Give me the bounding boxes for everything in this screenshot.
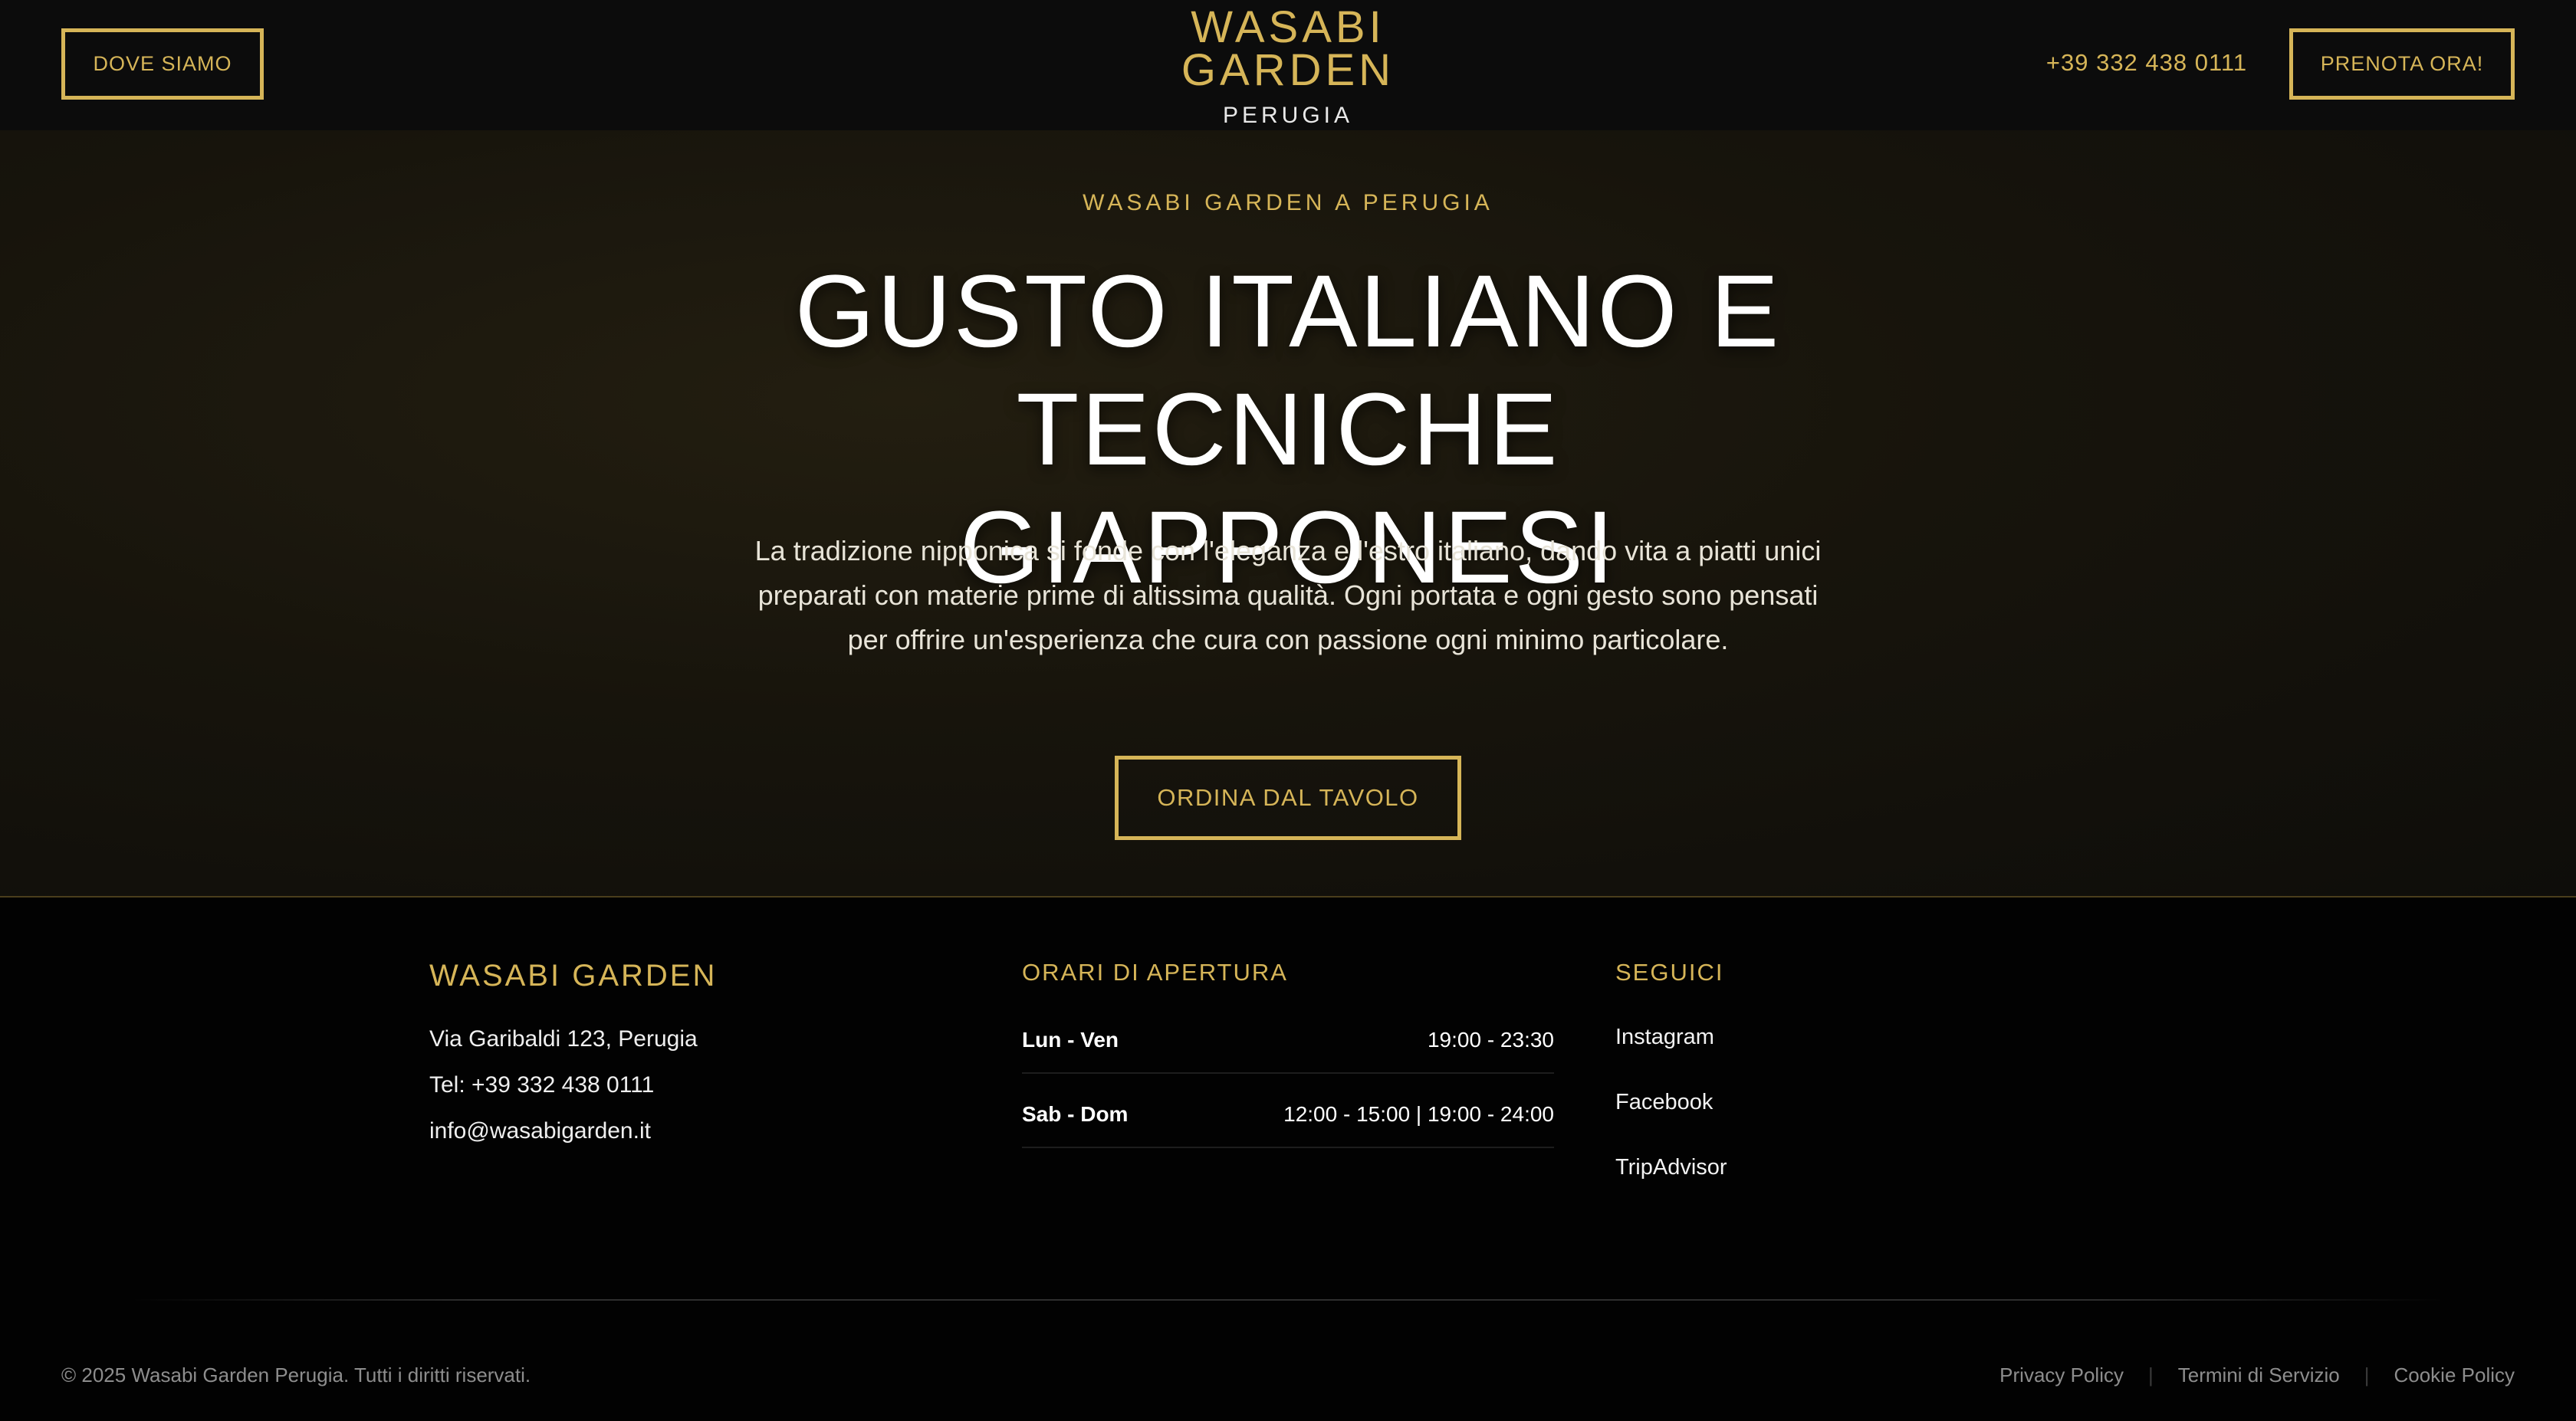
legal-links: Privacy Policy | Termini di Servizio | C… xyxy=(1999,1364,2515,1387)
social-link-instagram[interactable]: Instagram xyxy=(1615,1025,1714,1050)
copyright: © 2025 Wasabi Garden Perugia. Tutti i di… xyxy=(61,1364,531,1387)
legal-separator: | xyxy=(2364,1364,2370,1387)
site-footer: WASABI GARDEN Via Garibaldi 123, Perugia… xyxy=(0,898,2576,1421)
hours-day: Sab - Dom xyxy=(1022,1102,1129,1126)
hours-row: Lun - Ven 19:00 - 23:30 xyxy=(1022,1028,1554,1074)
logo-line-1: WASABI xyxy=(1191,2,1385,52)
hours-time: 12:00 - 15:00 | 19:00 - 24:00 xyxy=(1283,1102,1554,1126)
footer-divider xyxy=(130,1299,2446,1301)
hero-section: WASABI GARDEN A PERUGIA GUSTO ITALIANO E… xyxy=(0,130,2576,897)
location-button[interactable]: DOVE SIAMO xyxy=(61,28,264,100)
footer-phone[interactable]: Tel: +39 332 438 0111 xyxy=(429,1072,654,1098)
footer-brand: WASABI GARDEN xyxy=(429,959,718,993)
hours-row: Sab - Dom 12:00 - 15:00 | 19:00 - 24:00 xyxy=(1022,1102,1554,1148)
header-phone-link[interactable]: +39 332 438 0111 xyxy=(2039,49,2254,80)
footer-email[interactable]: info@wasabigarden.it xyxy=(429,1118,651,1144)
social-heading: SEGUICI xyxy=(1615,959,1724,986)
hours-day: Lun - Ven xyxy=(1022,1028,1119,1052)
cookie-policy-link[interactable]: Cookie Policy xyxy=(2394,1364,2515,1387)
hero-description: La tradizione nipponica si fonde con l'e… xyxy=(754,535,1822,655)
social-link-facebook[interactable]: Facebook xyxy=(1615,1090,1713,1115)
terms-of-service-link[interactable]: Termini di Servizio xyxy=(2178,1364,2340,1387)
order-from-table-button[interactable]: ORDINA DAL TAVOLO xyxy=(1115,756,1461,840)
privacy-policy-link[interactable]: Privacy Policy xyxy=(1999,1364,2124,1387)
hours-time: 19:00 - 23:30 xyxy=(1427,1028,1554,1052)
opening-hours-heading: ORARI DI APERTURA xyxy=(1022,959,1288,986)
logo-city: PERUGIA xyxy=(1222,103,1354,128)
social-link-tripadvisor[interactable]: TripAdvisor xyxy=(1615,1155,1727,1180)
logo-line-2: GARDEN xyxy=(1181,45,1395,95)
logo[interactable]: WASABI GARDEN PERUGIA xyxy=(1173,2,1403,129)
booking-button[interactable]: PRENOTA ORA! xyxy=(2289,28,2515,100)
hero-eyebrow: WASABI GARDEN A PERUGIA xyxy=(1083,190,1493,215)
footer-address: Via Garibaldi 123, Perugia xyxy=(429,1026,698,1052)
legal-separator: | xyxy=(2148,1364,2154,1387)
page: DOVE SIAMO WASABI GARDEN PERUGIA +39 332… xyxy=(0,0,2576,1421)
hero-title-line-1: GUSTO ITALIANO E xyxy=(794,254,1782,369)
site-header: DOVE SIAMO WASABI GARDEN PERUGIA +39 332… xyxy=(0,0,2576,130)
